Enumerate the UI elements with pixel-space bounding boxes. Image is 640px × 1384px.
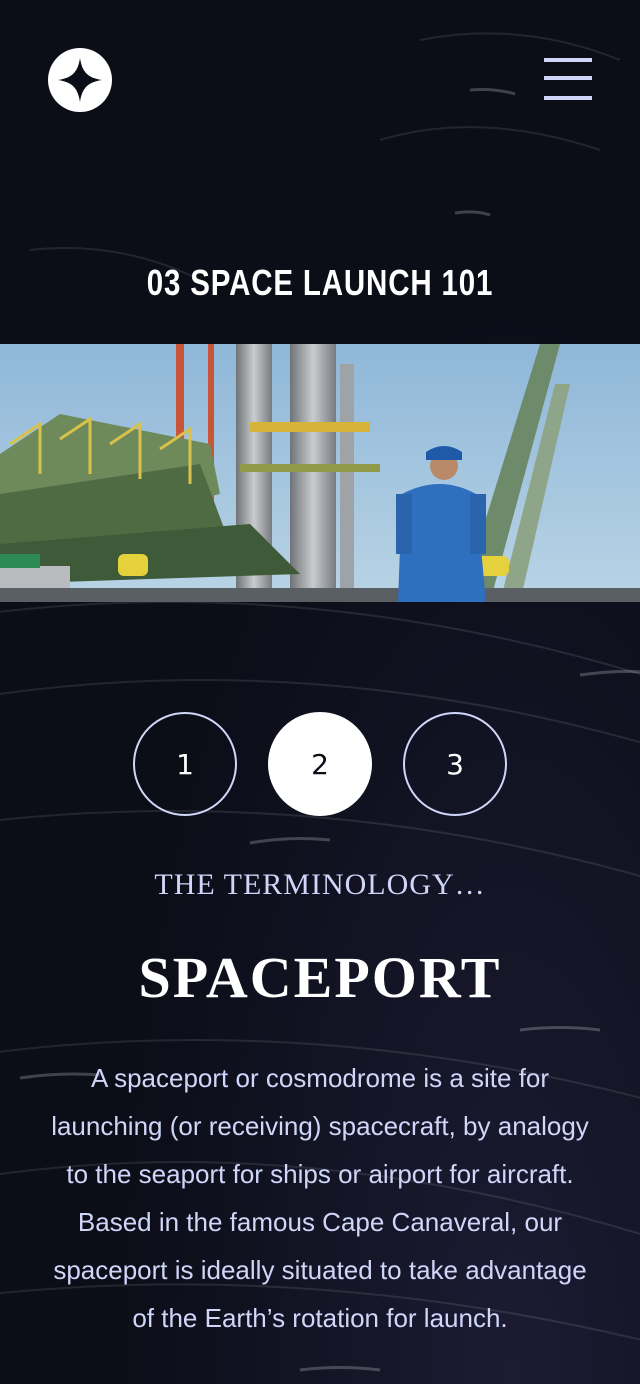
hamburger-menu-icon[interactable] (544, 58, 592, 102)
launch-vehicle-photo (0, 344, 640, 602)
terminology-pager: 1 2 3 (0, 712, 640, 816)
term-heading: SPACEPORT (138, 945, 502, 1010)
page-title-text: SPACE LAUNCH 101 (190, 262, 494, 303)
pager-button-2[interactable]: 2 (268, 712, 372, 816)
page-title: 03 SPACE LAUNCH 101 (58, 262, 583, 304)
star-logo-icon[interactable] (48, 48, 112, 112)
pager-button-3[interactable]: 3 (403, 712, 507, 816)
page-title-number: 03 (146, 262, 182, 303)
site-header (0, 0, 640, 160)
pager-button-1[interactable]: 1 (133, 712, 237, 816)
terminology-eyebrow: THE TERMINOLOGY… (154, 868, 486, 901)
term-description: A spaceport or cosmodrome is a site for … (51, 1063, 589, 1333)
